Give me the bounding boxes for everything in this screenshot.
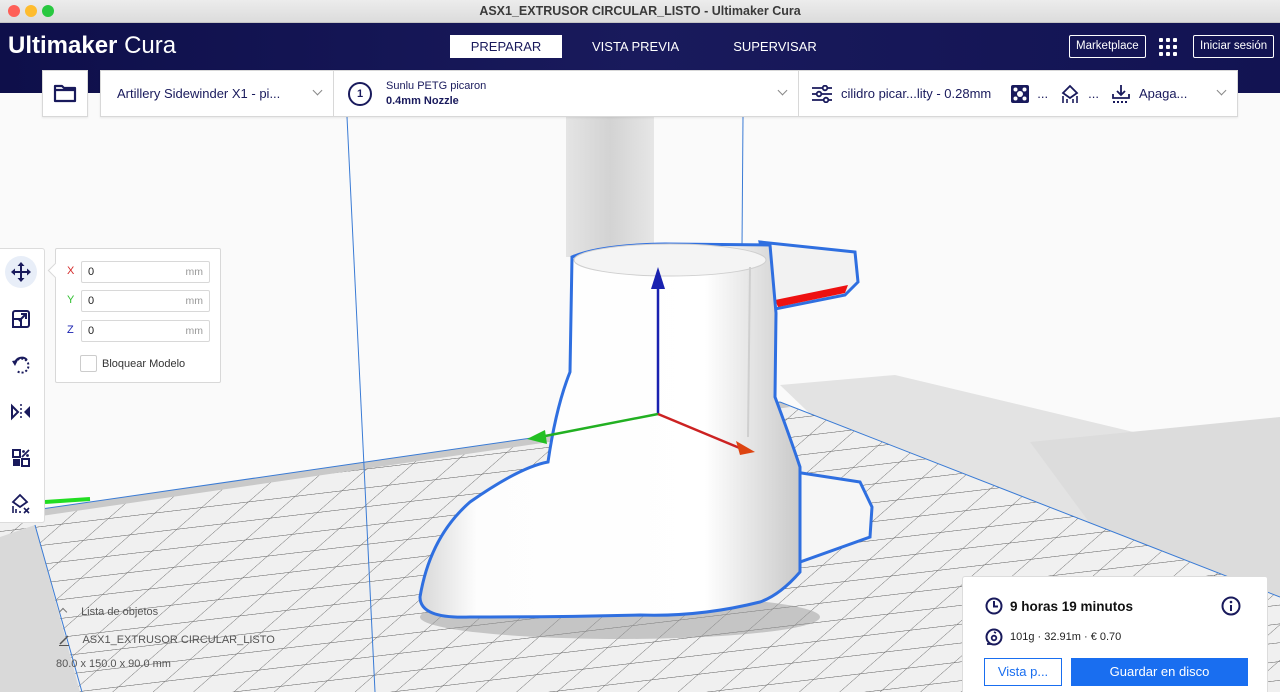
y-value: 0 (88, 295, 95, 307)
print-settings-selector[interactable]: cilidro picar...lity - 0.28mm ... ... Ap… (798, 71, 1237, 116)
lock-model-row[interactable]: Bloquear Modelo (80, 355, 185, 372)
window-titlebar: ASX1_EXTRUSOR CIRCULAR_LISTO - Ultimaker… (0, 0, 1280, 23)
infill-icon (1011, 84, 1030, 103)
sliders-icon (812, 84, 832, 103)
chevron-down-icon (777, 85, 788, 96)
mirror-tool-button[interactable] (5, 396, 37, 428)
logo-light: Cura (124, 32, 177, 59)
z-position-input[interactable]: 0 mm (81, 320, 210, 342)
window-title: ASX1_EXTRUSOR CIRCULAR_LISTO - Ultimaker… (479, 4, 801, 18)
print-time-row: 9 horas 19 minutos (985, 597, 1133, 615)
print-time: 9 horas 19 minutos (1010, 598, 1134, 614)
tab-preparar[interactable]: PREPARAR (450, 35, 562, 58)
chevron-down-icon (1216, 85, 1227, 96)
clock-icon (985, 597, 1003, 615)
nozzle-size: 0.4mm Nozzle (386, 94, 459, 107)
adhesion-setting: ... (1088, 86, 1099, 101)
object-name: ASX1_EXTRUSOR CIRCULAR_LISTO (82, 634, 275, 646)
z-value: 0 (88, 325, 95, 337)
support-setting: ... (1037, 86, 1049, 101)
open-file-button[interactable] (42, 70, 88, 117)
support-blocker-icon (11, 493, 30, 514)
rotate-tool-button[interactable] (5, 349, 37, 381)
y-unit: mm (185, 295, 204, 307)
extruder-number-icon: 1 (348, 81, 372, 106)
object-list-title: Lista de objetos (81, 606, 159, 618)
lock-model-checkbox[interactable] (80, 355, 97, 372)
x-unit: mm (185, 266, 204, 278)
z-axis-row: Z 0 mm (56, 320, 222, 342)
adhesion-type: Apaga... (1138, 86, 1188, 101)
material-usage-row: 101g · 32.91m · € 0.70 (985, 628, 1121, 646)
object-list-item[interactable]: ASX1_EXTRUSOR CIRCULAR_LISTO (58, 634, 275, 647)
support-column (566, 117, 654, 257)
printer-name: Artillery Sidewinder X1 - pi... (117, 86, 281, 101)
object-list-header[interactable]: Lista de objetos (58, 606, 158, 618)
stage-settings-bar: Artillery Sidewinder X1 - pi... 1 Sunlu … (100, 70, 1238, 117)
info-icon[interactable] (1221, 596, 1241, 616)
chevron-down-icon (312, 85, 323, 96)
z-unit: mm (185, 325, 204, 337)
save-to-disk-button[interactable]: Guardar en disco (1071, 658, 1248, 686)
profile-name: cilidro picar...lity - 0.28mm (841, 86, 992, 101)
y-axis-row: Y 0 mm (56, 290, 222, 312)
scale-icon (12, 310, 30, 328)
tool-column (0, 248, 45, 523)
per-model-settings-button[interactable] (5, 442, 37, 474)
login-button[interactable]: Iniciar sesión (1193, 35, 1275, 58)
model-top-opening (573, 243, 767, 277)
scale-tool-button[interactable] (5, 303, 37, 335)
move-icon (11, 262, 31, 282)
material-selector[interactable]: 1 Sunlu PETG picaron 0.4mm Nozzle (333, 71, 798, 116)
printer-selector[interactable]: Artillery Sidewinder X1 - pi... (101, 71, 333, 116)
print-summary-card: 9 horas 19 minutos 101g · 32.91m · € 0.7… (962, 576, 1268, 692)
x-axis-label: X (67, 265, 75, 277)
pencil-icon (59, 635, 69, 647)
stage-tabs: PREPARAR VISTA PREVIA SUPERVISAR (450, 35, 847, 58)
preview-button[interactable]: Vista p... (984, 658, 1062, 686)
apps-grid-icon[interactable] (1159, 38, 1177, 56)
mirror-icon (11, 403, 30, 421)
tab-vista-previa[interactable]: VISTA PREVIA (568, 35, 703, 58)
marketplace-button[interactable]: Marketplace (1069, 35, 1146, 58)
rotate-icon (12, 356, 30, 374)
material-name: Sunlu PETG picaron (386, 79, 487, 92)
app-logo: Ultimaker Cura (8, 32, 176, 60)
y-position-input[interactable]: 0 mm (81, 290, 210, 312)
move-tool-button[interactable] (5, 256, 37, 288)
chevron-up-icon (58, 607, 68, 617)
tab-supervisar[interactable]: SUPERVISAR (709, 35, 841, 58)
z-axis-label: Z (67, 324, 74, 336)
object-dimensions: 80.0 x 150.0 x 90.0 mm (56, 658, 171, 670)
y-axis-label: Y (67, 294, 75, 306)
move-tool-panel: X 0 mm Y 0 mm Z 0 mm Bloquear Modelo (55, 248, 221, 383)
material-usage: 101g · 32.91m · € 0.70 (1010, 631, 1122, 643)
logo-bold: Ultimaker (8, 32, 118, 59)
support-icon (1061, 84, 1079, 103)
per-model-settings-icon (12, 449, 30, 467)
support-blocker-button[interactable] (5, 488, 37, 520)
spool-icon (985, 628, 1003, 646)
x-value: 0 (88, 266, 95, 278)
folder-icon (53, 84, 77, 103)
lock-model-label: Bloquear Modelo (102, 357, 186, 370)
x-position-input[interactable]: 0 mm (81, 261, 210, 283)
x-axis-row: X 0 mm (56, 261, 222, 283)
adhesion-download-icon (1112, 84, 1130, 103)
